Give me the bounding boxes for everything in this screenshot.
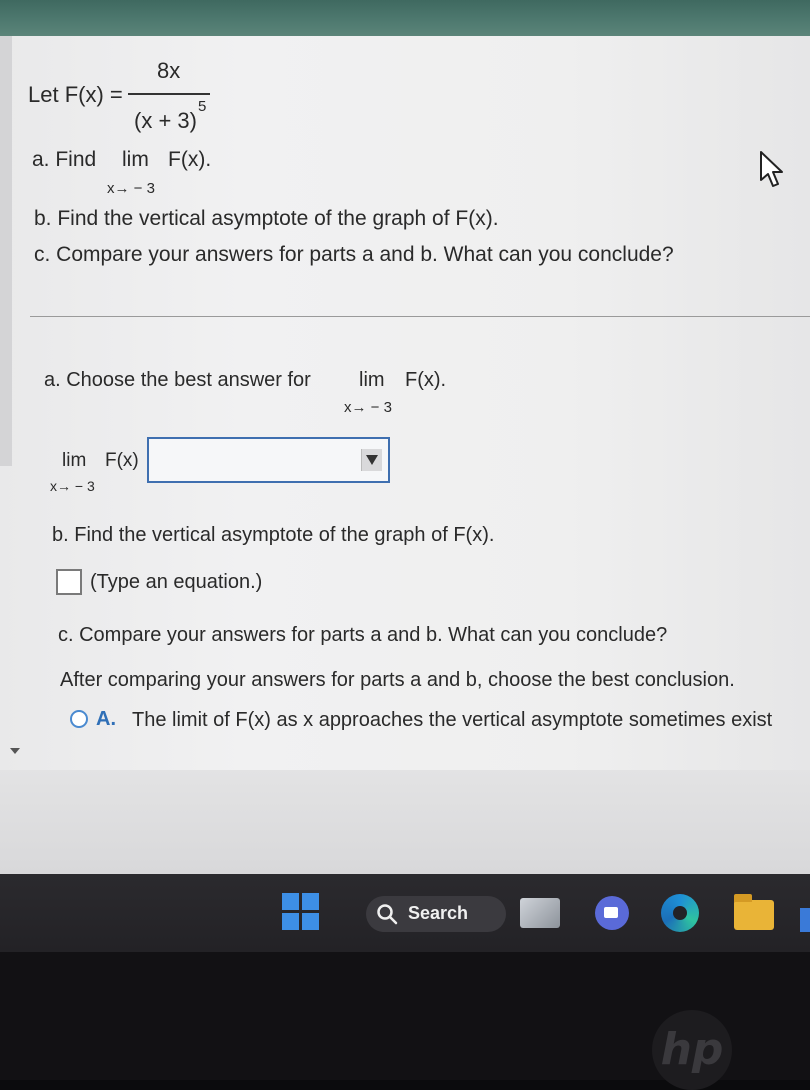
windows-start-icon[interactable] bbox=[282, 893, 320, 931]
section-divider bbox=[30, 316, 810, 317]
part-c-instruction: After comparing your answers for parts a… bbox=[60, 669, 735, 691]
scroll-down-icon[interactable] bbox=[10, 748, 20, 754]
part-b-label: b. Find the vertical asymptote of the gr… bbox=[52, 524, 495, 546]
limit-answer-dropdown[interactable] bbox=[147, 437, 390, 483]
taskbar-app-icon[interactable] bbox=[800, 908, 810, 932]
hp-logo: hp bbox=[652, 1010, 732, 1090]
page-bottom-area bbox=[0, 770, 810, 874]
edge-icon[interactable] bbox=[661, 894, 699, 932]
part-a-label: a. Choose the best answer for bbox=[44, 369, 311, 391]
part-a-lim: lim bbox=[359, 369, 385, 391]
question-part-c: c. Compare your answers for parts a and … bbox=[34, 243, 674, 266]
part-c-label: c. Compare your answers for parts a and … bbox=[58, 624, 668, 646]
fraction-denominator: (x + 3) bbox=[134, 108, 197, 133]
fraction-exponent: 5 bbox=[198, 98, 207, 115]
question-part-a-limit-subscript: x→ − 3 bbox=[107, 180, 155, 197]
folder-icon[interactable] bbox=[734, 894, 774, 930]
option-a-letter[interactable]: A. bbox=[96, 708, 116, 731]
question-part-a-lim: lim bbox=[122, 148, 149, 171]
search-icon[interactable] bbox=[376, 903, 398, 925]
part-a-function: F(x). bbox=[405, 369, 447, 391]
asymptote-equation-input[interactable] bbox=[56, 569, 82, 595]
left-panel-edge bbox=[0, 36, 12, 466]
file-explorer-icon[interactable] bbox=[520, 898, 560, 928]
question-part-b: b. Find the vertical asymptote of the gr… bbox=[34, 207, 499, 230]
answer-limit-subscript: x→ − 3 bbox=[50, 478, 95, 494]
equation-hint: (Type an equation.) bbox=[90, 571, 263, 593]
option-a-radio[interactable] bbox=[70, 710, 88, 728]
search-label[interactable]: Search bbox=[408, 903, 468, 924]
option-a-text[interactable]: The limit of F(x) as x approaches the ve… bbox=[132, 709, 772, 732]
part-a-limit-subscript: x→ − 3 bbox=[344, 399, 392, 416]
fraction-bar bbox=[128, 93, 210, 95]
fraction-numerator: 8x bbox=[157, 58, 181, 83]
question-part-a-prefix: a. Find bbox=[32, 148, 97, 171]
meet-icon[interactable] bbox=[595, 896, 629, 930]
dropdown-arrow-icon[interactable] bbox=[361, 449, 382, 471]
top-window-band bbox=[0, 0, 810, 36]
mouse-cursor-icon bbox=[760, 151, 783, 187]
answer-lim: lim bbox=[62, 450, 87, 471]
answer-function: F(x) bbox=[105, 450, 139, 471]
question-part-a-function: F(x). bbox=[168, 148, 212, 171]
function-definition-label: Let F(x) = bbox=[28, 82, 123, 107]
